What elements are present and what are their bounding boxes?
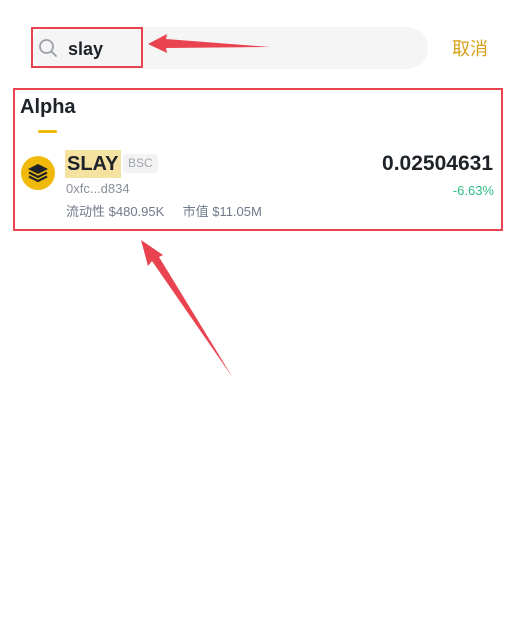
arrow-to-result [141, 240, 233, 378]
result-highlight-box [13, 88, 503, 231]
search-highlight-box [31, 27, 143, 68]
cancel-button[interactable]: 取消 [452, 37, 488, 61]
